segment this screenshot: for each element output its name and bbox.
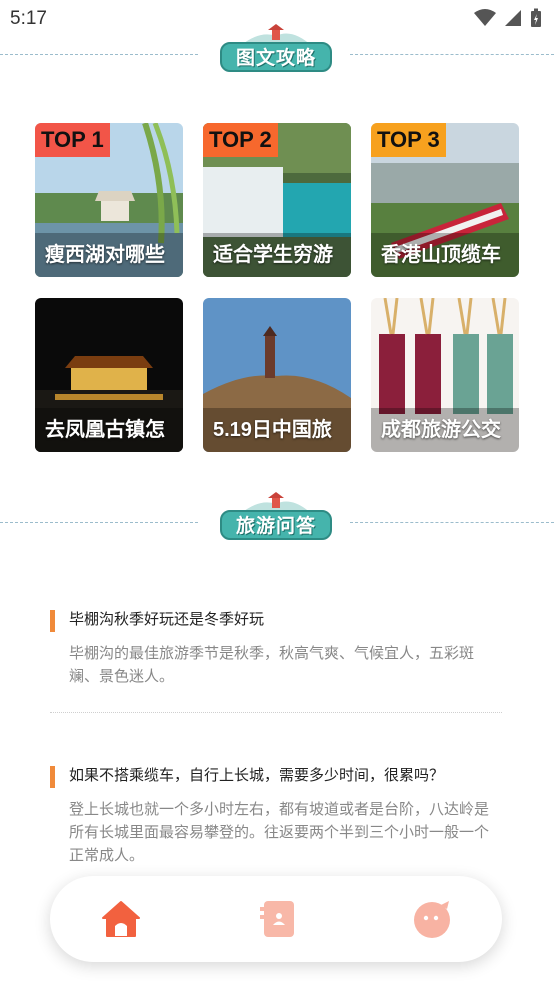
guide-card-5[interactable]: 5.19日中国旅 <box>203 298 351 452</box>
qa-divider <box>50 712 502 713</box>
guide-card-3[interactable]: TOP 3 香港山顶缆车 <box>371 123 519 277</box>
divider-right <box>350 54 554 55</box>
guide-card-grid: TOP 1 瘦西湖对哪些 TOP 2 适合学生穷游 TOP 3 香港山顶缆车 去… <box>35 123 519 453</box>
guide-section-title: 图文攻略 <box>220 42 332 72</box>
question-marker <box>50 766 55 788</box>
guide-card-1[interactable]: TOP 1 瘦西湖对哪些 <box>35 123 183 277</box>
card-title: 成都旅游公交 <box>371 408 519 452</box>
card-title: 适合学生穷游 <box>203 233 351 277</box>
card-title: 去凤凰古镇怎 <box>35 408 183 452</box>
home-icon <box>102 901 140 937</box>
answer-text: 毕棚沟的最佳旅游季节是秋季，秋高气爽、气候宜人，五彩斑斓、景色迷人。 <box>69 645 475 685</box>
guide-card-4[interactable]: 去凤凰古镇怎 <box>35 298 183 452</box>
nav-home-button[interactable] <box>96 894 146 944</box>
question-text: 如果不搭乘缆车，自行上长城，需要多少时间，很累吗？ <box>69 767 445 784</box>
guide-badge: 图文攻略 <box>220 24 332 84</box>
guide-card-2[interactable]: TOP 2 适合学生穷游 <box>203 123 351 277</box>
divider-left <box>0 54 198 55</box>
question-text: 毕棚沟秋季好玩还是冬季好玩 <box>69 611 265 628</box>
rank-badge: TOP 1 <box>35 123 110 157</box>
divider-right <box>350 522 554 523</box>
answer-text: 登上长城也就一个多小时左右，都有坡道或者是台阶，八达岭是所有长城里面最容易攀登的… <box>69 801 490 864</box>
card-title: 瘦西湖对哪些 <box>35 233 183 277</box>
qa-section-header: 旅游问答 <box>0 492 554 552</box>
card-title: 香港山顶缆车 <box>371 233 519 277</box>
profile-face-icon <box>414 901 450 938</box>
guide-section-header: 图文攻略 <box>0 24 554 84</box>
qa-section-title: 旅游问答 <box>220 510 332 540</box>
nav-contacts-button[interactable] <box>253 894 303 944</box>
divider-left <box>0 522 198 523</box>
guide-card-6[interactable]: 成都旅游公交 <box>371 298 519 452</box>
qa-item-1[interactable]: 毕棚沟秋季好玩还是冬季好玩 毕棚沟的最佳旅游季节是秋季，秋高气爽、气候宜人，五彩… <box>50 608 502 688</box>
nav-profile-button[interactable] <box>407 894 457 944</box>
card-title: 5.19日中国旅 <box>203 408 351 452</box>
qa-badge: 旅游问答 <box>220 492 332 552</box>
qa-item-2[interactable]: 如果不搭乘缆车，自行上长城，需要多少时间，很累吗？ 登上长城也就一个多小时左右，… <box>50 764 502 874</box>
question-marker <box>50 610 55 632</box>
rank-badge: TOP 3 <box>371 123 446 157</box>
bottom-nav <box>50 876 502 962</box>
contact-card-icon <box>260 901 294 937</box>
rank-badge: TOP 2 <box>203 123 278 157</box>
